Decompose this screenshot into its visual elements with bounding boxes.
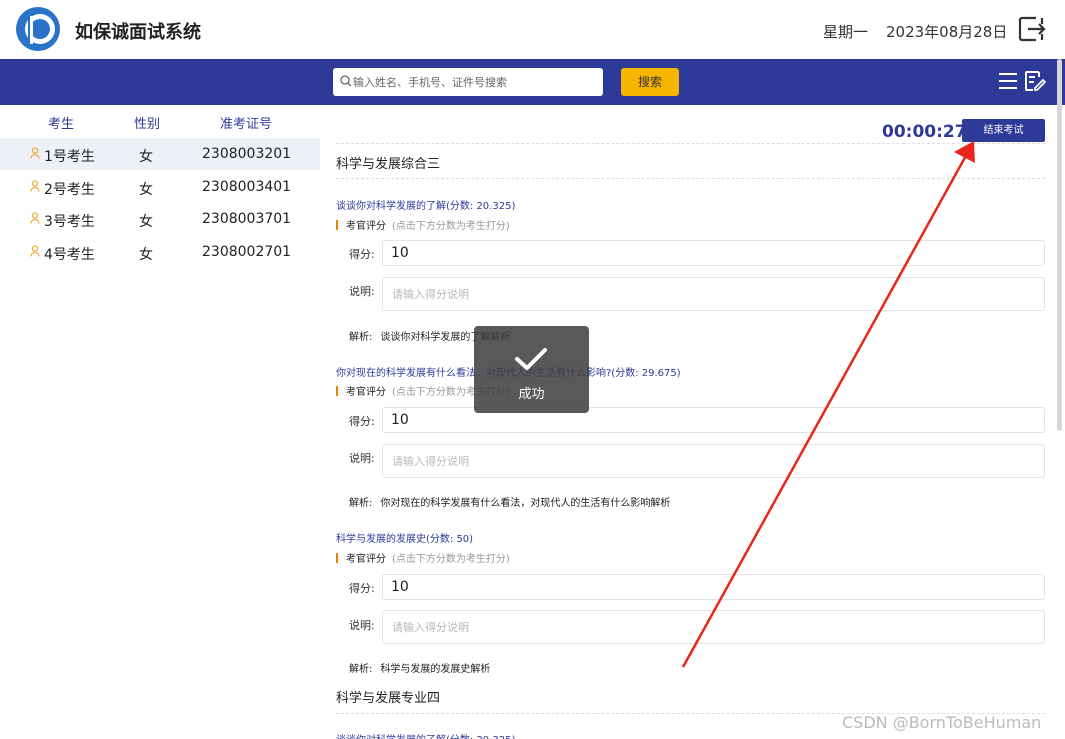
analysis-label: 解析: (349, 332, 373, 343)
date-label: 2023年08月28日 (886, 23, 1008, 41)
person-icon (30, 147, 40, 159)
question-title: 谈谈你对科学发展的了解(分数: 20.325) (336, 201, 516, 212)
description-label: 说明: (349, 452, 375, 465)
question-title: 谈谈你对科学发展的了解(分数: 20.325) (336, 731, 515, 739)
candidate-gender: 女 (139, 149, 153, 165)
candidate-name: 4号考生 (44, 247, 95, 263)
description-input[interactable] (383, 611, 1044, 643)
candidate-id: 2308003401 (202, 179, 292, 195)
description-input[interactable] (383, 445, 1044, 477)
app-logo-icon (16, 7, 60, 51)
candidate-table-header: 考生 性别 准考证号 (0, 113, 320, 135)
description-field[interactable] (382, 610, 1045, 644)
search-input[interactable] (353, 72, 597, 92)
analysis: 解析: 你对现在的科学发展有什么看法，对现代人的生活有什么影响解析 (349, 494, 670, 509)
app-title: 如保诚面试系统 (75, 22, 201, 43)
description-label: 说明: (349, 285, 375, 298)
score-field[interactable] (382, 574, 1045, 600)
score-label: 得分: (349, 582, 375, 595)
edit-document-icon[interactable] (1024, 70, 1046, 92)
analysis-text: 科学与发展的发展史解析 (380, 664, 491, 675)
search-box (333, 68, 603, 96)
search-icon (340, 75, 352, 87)
candidate-row[interactable]: 2号考生 女 2308003401 (0, 171, 320, 203)
candidate-name: 3号考生 (44, 214, 95, 230)
success-toast: 成功 (474, 326, 589, 413)
person-icon (30, 180, 40, 192)
candidate-name: 1号考生 (44, 149, 95, 165)
accent-bar (336, 553, 338, 563)
logout-icon[interactable] (1018, 15, 1046, 43)
candidate-list-panel: 考生 性别 准考证号 1号考生 女 2308003201 2号考生 女 2308… (0, 105, 320, 739)
app-header: 如保诚面试系统 星期一 2023年08月28日 (0, 0, 1065, 59)
analysis-text: 你对现在的科学发展有什么看法，对现代人的生活有什么影响解析 (380, 498, 671, 509)
description-field[interactable] (382, 277, 1045, 311)
analysis: 解析: 科学与发展的发展史解析 (349, 660, 490, 675)
person-icon (30, 212, 40, 224)
checkmark-icon (515, 348, 547, 370)
analysis-label: 解析: (349, 498, 373, 509)
score-label: 得分: (349, 248, 375, 261)
column-header-admission-number: 准考证号 (219, 117, 272, 132)
score-label: 得分: (349, 415, 375, 428)
divider (336, 178, 1045, 179)
section-title: 科学与发展综合三 (336, 157, 441, 172)
person-icon (30, 245, 40, 257)
candidate-name: 2号考生 (44, 182, 95, 198)
section-title: 科学与发展专业四 (336, 691, 441, 706)
candidate-row[interactable]: 1号考生 女 2308003201 (0, 138, 320, 170)
top-navbar: 搜索 (0, 59, 1065, 105)
candidate-id: 2308003201 (202, 146, 292, 162)
eval-label: 考官评分 (346, 554, 386, 565)
examiner-score-heading: 考官评分 (点击下方分数为考生打分) (336, 217, 510, 232)
description-label: 说明: (349, 619, 375, 632)
eval-label: 考官评分 (346, 387, 386, 398)
menu-icon[interactable] (998, 71, 1018, 91)
candidate-id: 2308003701 (202, 211, 292, 227)
score-field[interactable] (382, 240, 1045, 266)
scoring-panel: 00:00:27 结束考试 科学与发展综合三 谈谈你对科学发展的了解(分数: 2… (336, 105, 1046, 739)
weekday-label: 星期一 (823, 23, 869, 41)
vertical-scrollbar[interactable] (1057, 59, 1062, 431)
search-button[interactable]: 搜索 (621, 68, 679, 96)
accent-bar (336, 386, 338, 396)
examiner-score-heading: 考官评分 (点击下方分数为考生打分) (336, 550, 510, 565)
analysis-label: 解析: (349, 664, 373, 675)
description-input[interactable] (383, 278, 1044, 310)
accent-bar (336, 220, 338, 230)
description-field[interactable] (382, 444, 1045, 478)
end-exam-button[interactable]: 结束考试 (962, 119, 1045, 142)
toast-message: 成功 (518, 387, 545, 402)
column-header-candidate: 考生 (47, 117, 74, 132)
eval-hint: (点击下方分数为考生打分) (392, 221, 510, 232)
divider (336, 143, 1045, 144)
candidate-gender: 女 (139, 214, 153, 230)
candidate-row[interactable]: 3号考生 女 2308003701 (0, 203, 320, 235)
candidate-gender: 女 (139, 247, 153, 263)
eval-label: 考官评分 (346, 221, 386, 232)
question-title: 科学与发展的发展史(分数: 50) (336, 534, 474, 545)
candidate-id: 2308002701 (202, 244, 292, 260)
candidate-row[interactable]: 4号考生 女 2308002701 (0, 236, 320, 268)
watermark: CSDN @BornToBeHuman (842, 713, 1042, 732)
score-input[interactable] (383, 575, 1044, 599)
column-header-gender: 性别 (133, 117, 160, 132)
eval-hint: (点击下方分数为考生打分) (392, 554, 510, 565)
candidate-gender: 女 (139, 182, 153, 198)
exam-timer: 00:00:27 (882, 122, 967, 142)
score-input[interactable] (383, 241, 1044, 265)
